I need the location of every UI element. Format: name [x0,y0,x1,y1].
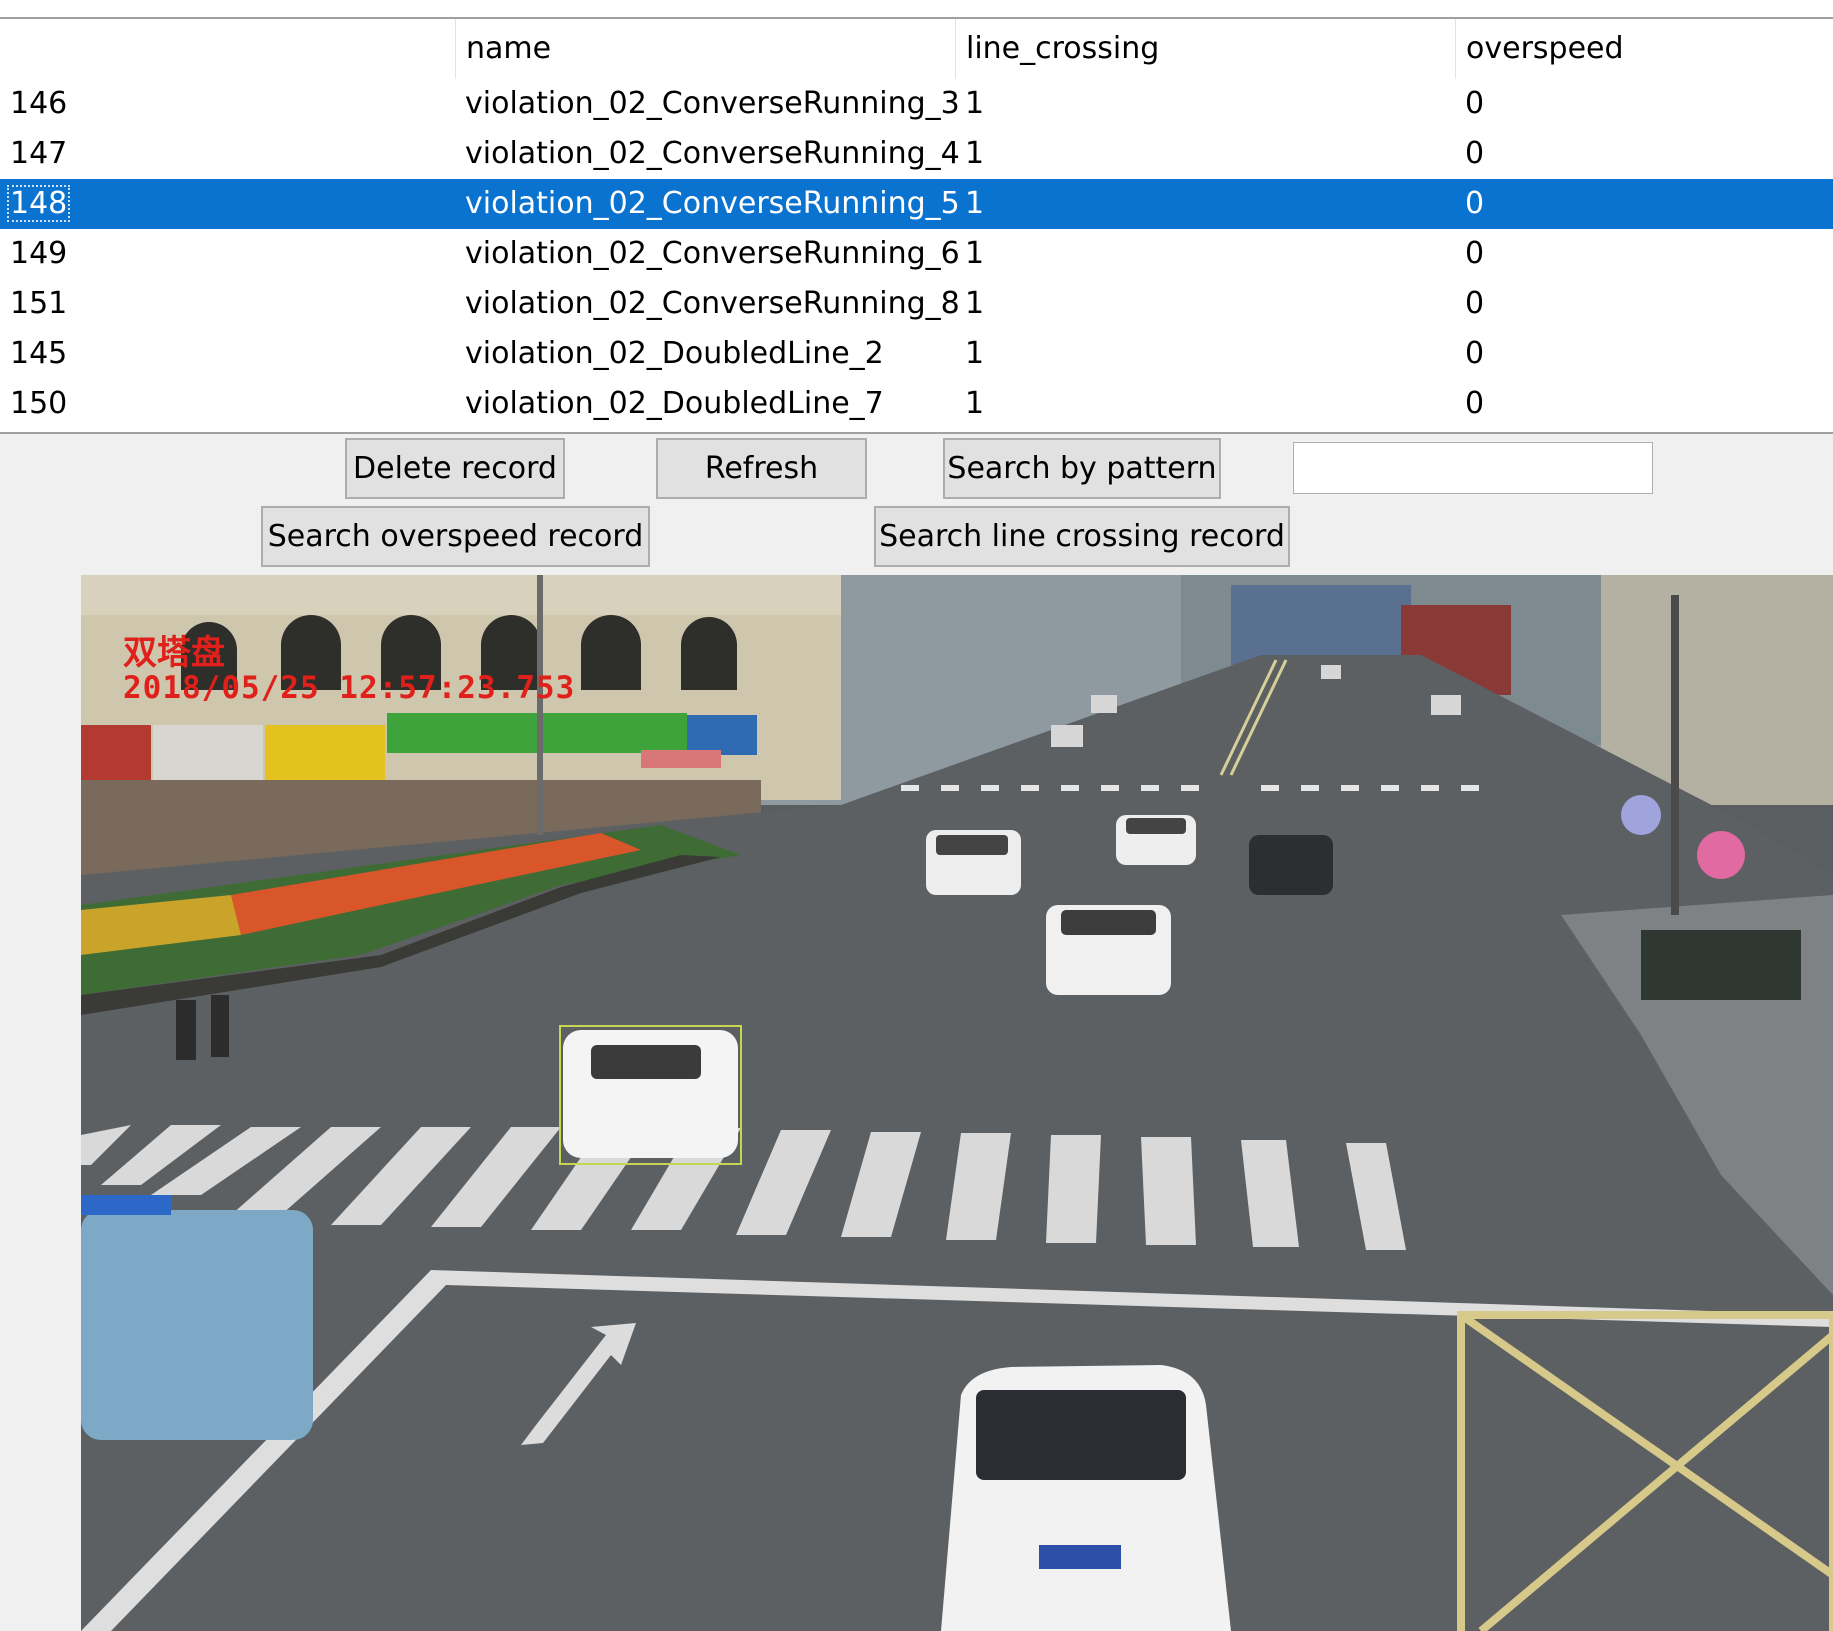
row-id-cell: 150 [10,386,68,421]
overspeed-cell: 0 [1465,286,1485,321]
column-header-name[interactable]: name [455,19,955,79]
table-row[interactable]: 151 violation_02_ConverseRunning_8 1 0 [0,279,1833,329]
name-cell: violation_02_ConverseRunning_5 [465,186,960,221]
line-crossing-cell: 1 [965,336,985,371]
camera-location-label: 双塔盘 [123,633,225,673]
table-row[interactable]: 147 violation_02_ConverseRunning_4 1 0 [0,129,1833,179]
name-cell: violation_02_DoubledLine_2 [465,336,884,371]
overspeed-cell: 0 [1465,136,1485,171]
column-header-line-crossing[interactable]: line_crossing [955,19,1455,79]
row-id-cell: 151 [10,286,68,321]
table-row-selected[interactable]: 148 violation_02_ConverseRunning_5 1 0 [0,179,1833,229]
row-id-cell: 149 [10,236,68,271]
pattern-search-input[interactable] [1293,442,1653,494]
name-cell: violation_02_ConverseRunning_8 [465,286,960,321]
overspeed-cell: 0 [1465,386,1485,421]
column-header-overspeed[interactable]: overspeed [1455,19,1833,79]
row-id-cell: 147 [10,136,68,171]
table-row[interactable]: 146 violation_02_ConverseRunning_3 1 0 [0,79,1833,129]
row-id-cell: 146 [10,86,68,121]
overspeed-cell: 0 [1465,86,1485,121]
search-line-crossing-button[interactable]: Search line crossing record [874,506,1290,567]
records-table[interactable]: name line_crossing overspeed 146 violati… [0,0,1833,434]
search-by-pattern-button[interactable]: Search by pattern [943,438,1221,499]
line-crossing-cell: 1 [965,236,985,271]
column-header-index[interactable] [0,19,455,79]
line-crossing-cell: 1 [965,386,985,421]
overspeed-cell: 0 [1465,186,1485,221]
focused-cell: 148 [6,185,71,222]
table-row[interactable]: 145 violation_02_DoubledLine_2 1 0 [0,329,1833,379]
row-id-cell: 148 [0,179,454,229]
line-crossing-cell: 1 [965,136,985,171]
overspeed-cell: 0 [1465,236,1485,271]
table-top-edge [0,0,1833,19]
camera-timestamp: 2018/05/25 12:57:23.753 [123,670,576,706]
vehicle-detection-box [559,1025,742,1165]
table-row[interactable]: 149 violation_02_ConverseRunning_6 1 0 [0,229,1833,279]
camera-frame-image: 双塔盘 2018/05/25 12:57:23.753 [81,575,1833,1631]
refresh-button[interactable]: Refresh [656,438,867,499]
line-crossing-cell: 1 [965,186,985,221]
line-crossing-cell: 1 [965,286,985,321]
search-overspeed-button[interactable]: Search overspeed record [261,506,650,567]
overspeed-cell: 0 [1465,336,1485,371]
traffic-scene [81,575,1833,1631]
delete-record-button[interactable]: Delete record [345,438,565,499]
name-cell: violation_02_ConverseRunning_4 [465,136,960,171]
row-id-cell: 145 [10,336,68,371]
line-crossing-cell: 1 [965,86,985,121]
name-cell: violation_02_DoubledLine_7 [465,386,884,421]
name-cell: violation_02_ConverseRunning_6 [465,236,960,271]
table-row[interactable]: 150 violation_02_DoubledLine_7 1 0 [0,379,1833,429]
name-cell: violation_02_ConverseRunning_3 [465,86,960,121]
